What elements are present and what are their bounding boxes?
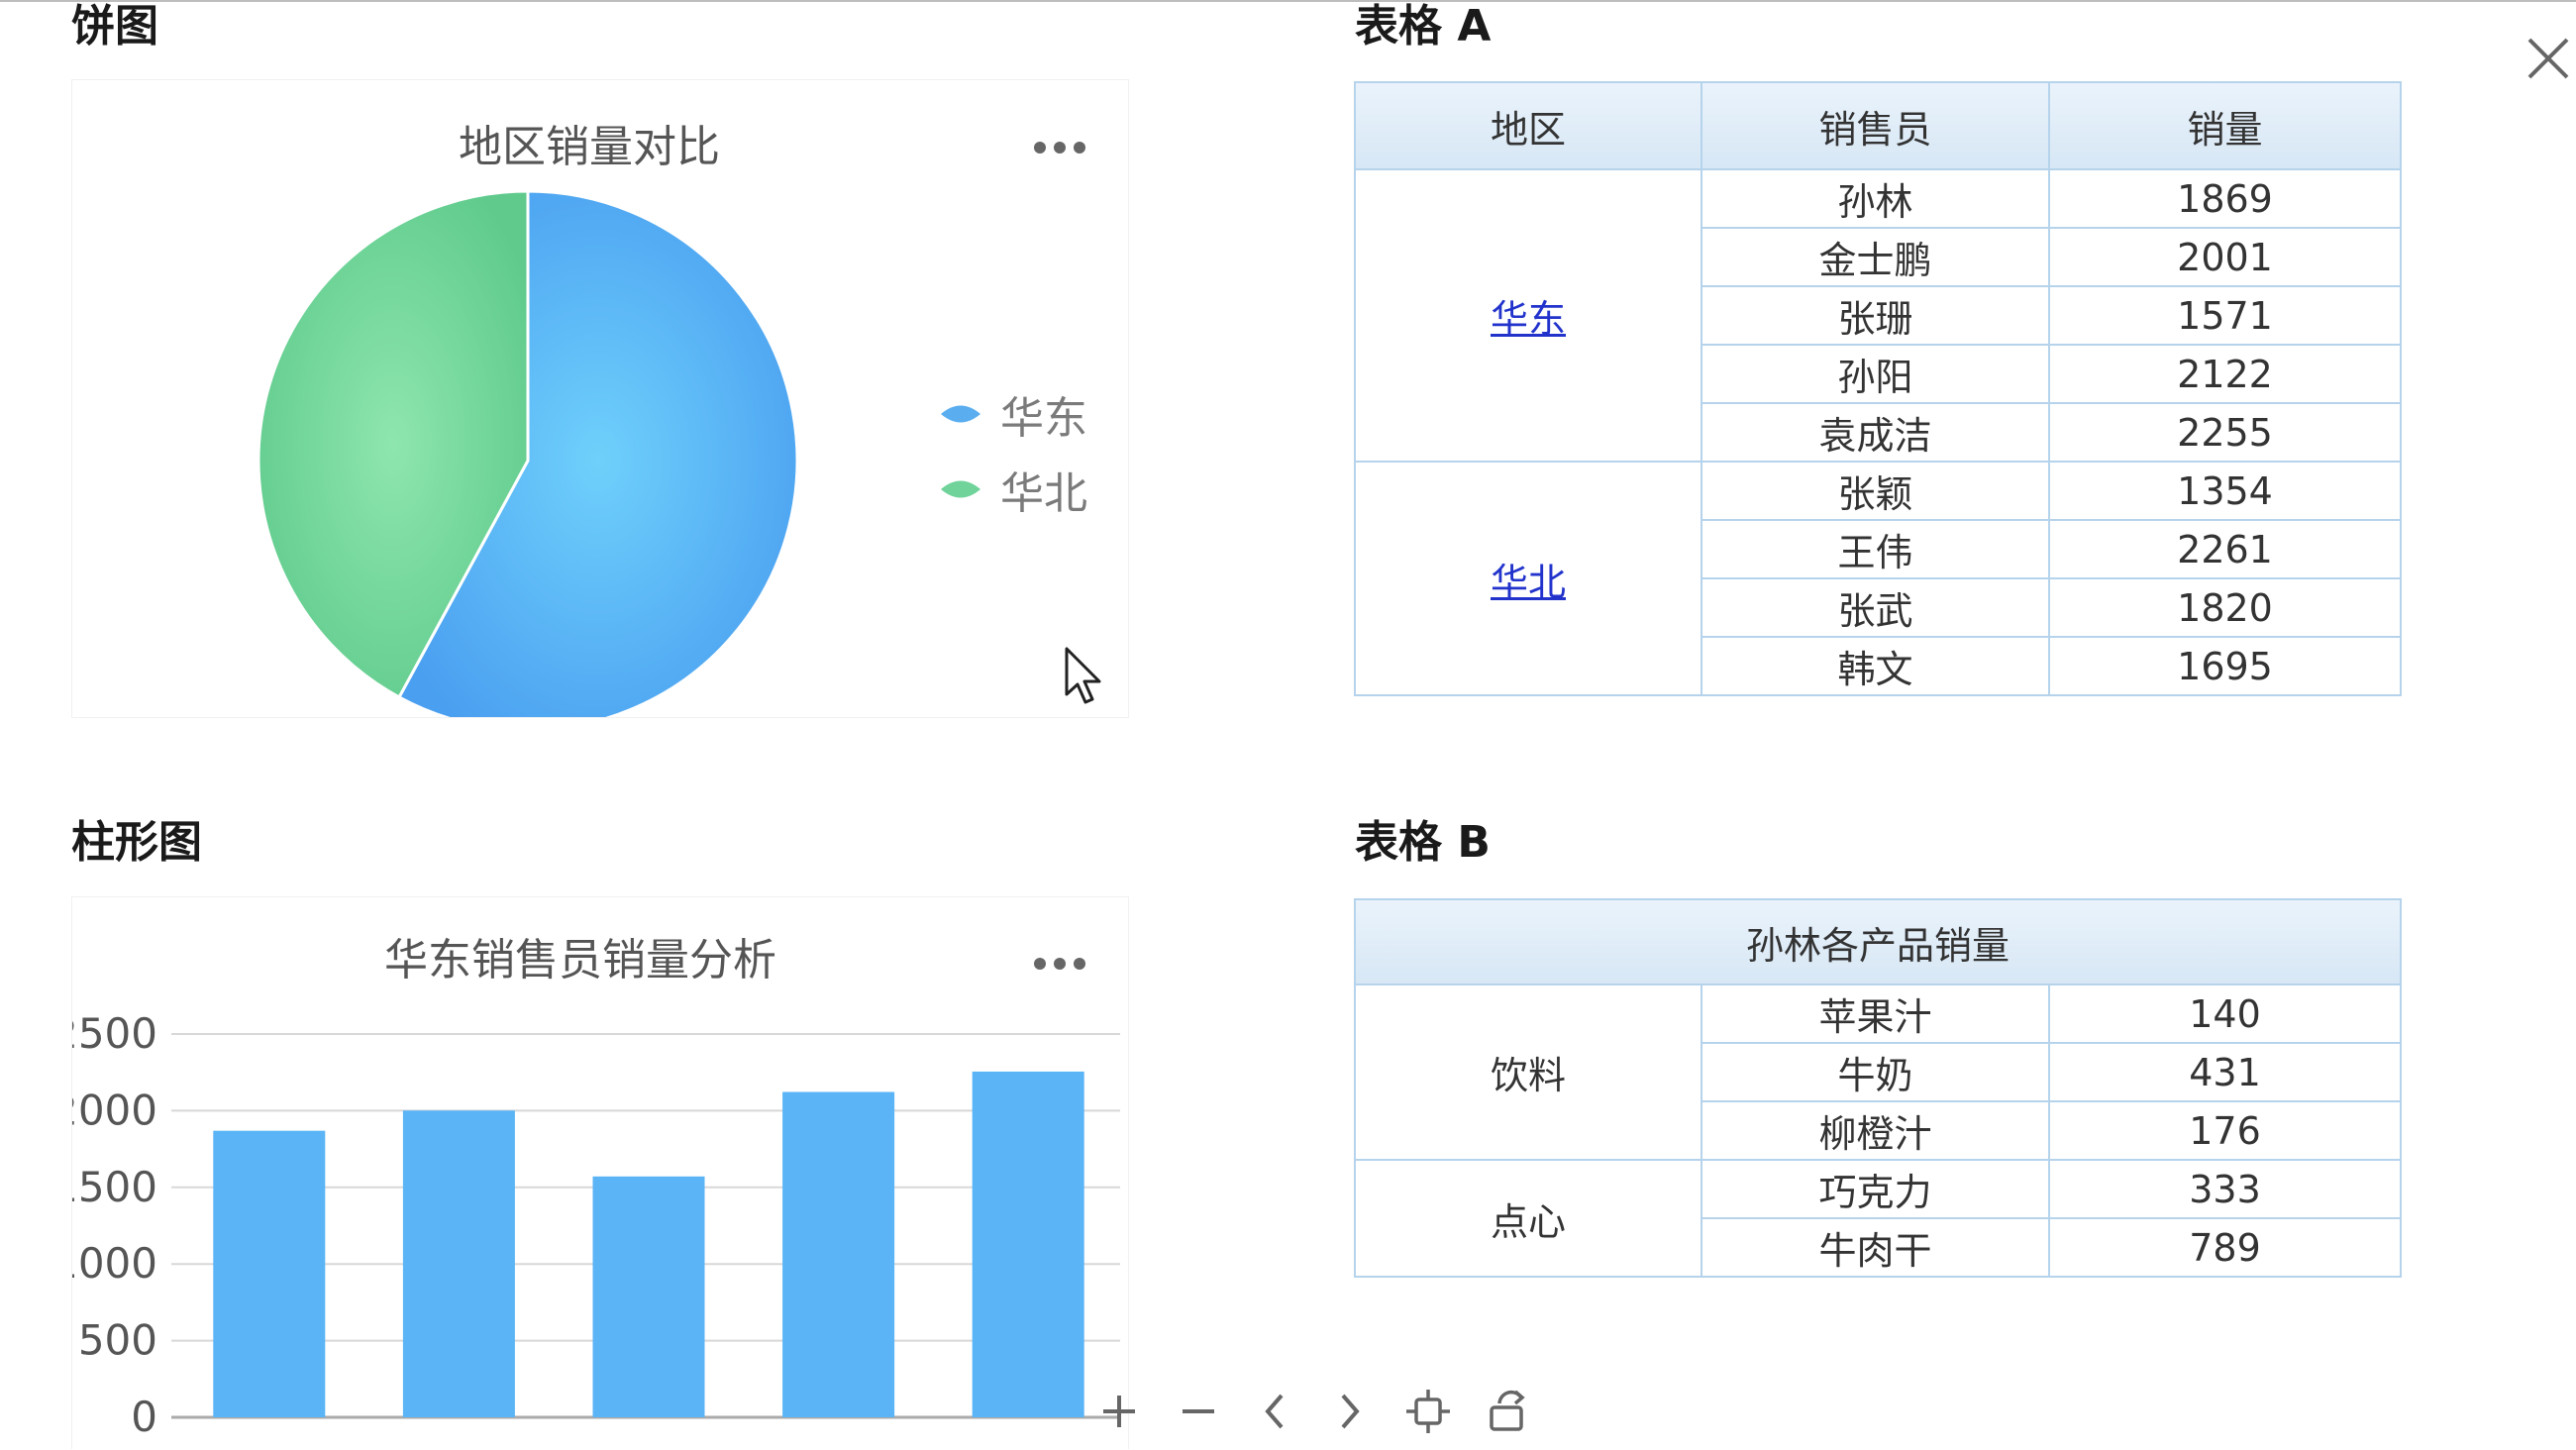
top-border <box>0 0 2576 2</box>
column-header-region[interactable]: 地区 <box>1354 81 1702 170</box>
table-header-row: 孙林各产品销量 <box>1353 898 2403 985</box>
zoom-in-button[interactable] <box>1089 1382 1149 1441</box>
salesperson-cell: 张武 <box>1700 577 2050 638</box>
fit-screen-icon <box>1406 1390 1450 1433</box>
sales-cell: 2001 <box>2048 227 2402 287</box>
table-row: 华北 张颖 1354 <box>1354 461 2402 696</box>
mouse-cursor-icon <box>1065 647 1101 704</box>
fit-to-screen-button[interactable] <box>1398 1382 1458 1441</box>
sales-cell: 2122 <box>2048 344 2402 404</box>
y-tick-label: 0 <box>131 1393 157 1441</box>
table-a-panel: 地区 销售员 销量 华东 孙林 1869 金士鹏 2001 张珊 1571 孙阳… <box>1352 79 2407 721</box>
next-button[interactable] <box>1319 1382 1379 1441</box>
rotate-icon <box>1490 1390 1525 1431</box>
y-tick-label: 2500 <box>72 1009 157 1058</box>
bar-chart-panel: 华东销售员销量分析 25002000150010005000 <box>71 896 1129 1449</box>
salesperson-cell: 金士鹏 <box>1700 227 2050 287</box>
rotate-button[interactable] <box>1478 1382 1537 1441</box>
viewer-toolbar <box>1089 1382 1555 1441</box>
legend-marker-icon <box>941 480 980 498</box>
legend-label: 华北 <box>1000 468 1087 519</box>
legend-marker-icon <box>941 405 980 423</box>
region-cell: 华北 <box>1354 461 1702 696</box>
sales-cell: 431 <box>2047 1042 2403 1102</box>
salesperson-cell: 袁成洁 <box>1700 402 2050 463</box>
table-b-heading: 表格 B <box>1355 817 1491 868</box>
product-cell: 牛肉干 <box>1700 1217 2050 1278</box>
salesperson-cell: 张颖 <box>1700 461 2050 521</box>
table-row: 饮料 苹果汁 140 <box>1354 984 2403 1161</box>
table-header-row: 地区 销售员 销量 <box>1354 81 2402 170</box>
previous-button[interactable] <box>1246 1382 1305 1441</box>
region-cell: 华东 <box>1354 168 1702 463</box>
chevron-right-icon <box>1341 1394 1360 1429</box>
product-cell: 巧克力 <box>1700 1159 2050 1219</box>
legend-label: 华东 <box>1000 393 1087 444</box>
sales-cell: 1354 <box>2048 461 2402 521</box>
region-link-east[interactable]: 华东 <box>1491 297 1566 341</box>
category-cell: 点心 <box>1354 1159 1702 1278</box>
sales-cell: 1695 <box>2048 636 2402 696</box>
bar-袁成洁[interactable] <box>972 1071 1084 1417</box>
salesperson-cell: 孙林 <box>1700 168 2050 229</box>
pie-chart-panel: 地区销量对比 华东 华北 <box>71 79 1129 718</box>
product-cell: 苹果汁 <box>1700 984 2050 1044</box>
table-b-panel: 孙林各产品销量 饮料 苹果汁 140 牛奶 431 柳橙汁 176 点心 巧克力… <box>1352 896 2407 1293</box>
y-tick-label: 2000 <box>72 1086 157 1134</box>
salesperson-cell: 韩文 <box>1700 636 2050 696</box>
product-cell: 柳橙汁 <box>1700 1100 2050 1161</box>
sales-cell: 789 <box>2047 1217 2403 1278</box>
table-row: 华东 孙林 1869 <box>1354 168 2402 463</box>
table-a-heading: 表格 A <box>1355 1 1492 52</box>
zoom-out-button[interactable] <box>1169 1382 1228 1441</box>
sales-cell: 1820 <box>2048 577 2402 638</box>
sales-cell: 1571 <box>2048 285 2402 346</box>
bar-孙林[interactable] <box>213 1130 326 1417</box>
category-cell: 饮料 <box>1354 984 1702 1161</box>
chevron-left-icon <box>1265 1394 1284 1429</box>
sales-cell: 333 <box>2047 1159 2403 1219</box>
pie-section-heading: 饼图 <box>71 1 158 52</box>
bar-section-heading: 柱形图 <box>71 817 202 868</box>
bar-chart: 2500 2000 1500 1000 500 0 <box>72 1009 1120 1441</box>
column-header-sales[interactable]: 销量 <box>2048 81 2402 170</box>
salesperson-cell: 王伟 <box>1700 519 2050 579</box>
y-tick-label: 1000 <box>72 1239 157 1288</box>
sales-cell: 1869 <box>2048 168 2402 229</box>
region-link-north[interactable]: 华北 <box>1491 561 1566 604</box>
bar-张珊[interactable] <box>592 1176 705 1417</box>
sales-cell: 176 <box>2047 1100 2403 1161</box>
sales-cell: 2261 <box>2048 519 2402 579</box>
table-row: 点心 巧克力 333 <box>1354 1159 2403 1278</box>
salesperson-cell: 张珊 <box>1700 285 2050 346</box>
legend-item-north[interactable]: 华北 <box>939 465 1087 519</box>
bar-金士鹏[interactable] <box>402 1110 515 1417</box>
table-b: 孙林各产品销量 饮料 苹果汁 140 牛奶 431 柳橙汁 176 点心 巧克力… <box>1353 898 2403 1278</box>
y-tick-label: 1500 <box>72 1163 157 1211</box>
salesperson-cell: 孙阳 <box>1700 344 2050 404</box>
legend-item-east[interactable]: 华东 <box>939 389 1087 444</box>
sales-cell: 2255 <box>2048 402 2402 463</box>
product-cell: 牛奶 <box>1700 1042 2050 1102</box>
y-tick-label: 500 <box>78 1316 157 1365</box>
table-a: 地区 销售员 销量 华东 孙林 1869 金士鹏 2001 张珊 1571 孙阳… <box>1354 81 2402 696</box>
sales-cell: 140 <box>2047 984 2403 1044</box>
table-b-title-header: 孙林各产品销量 <box>1353 898 2403 985</box>
column-header-salesperson[interactable]: 销售员 <box>1700 81 2050 170</box>
bar-孙阳[interactable] <box>782 1091 895 1417</box>
plus-icon <box>1103 1396 1135 1427</box>
close-icon[interactable] <box>2524 34 2573 83</box>
